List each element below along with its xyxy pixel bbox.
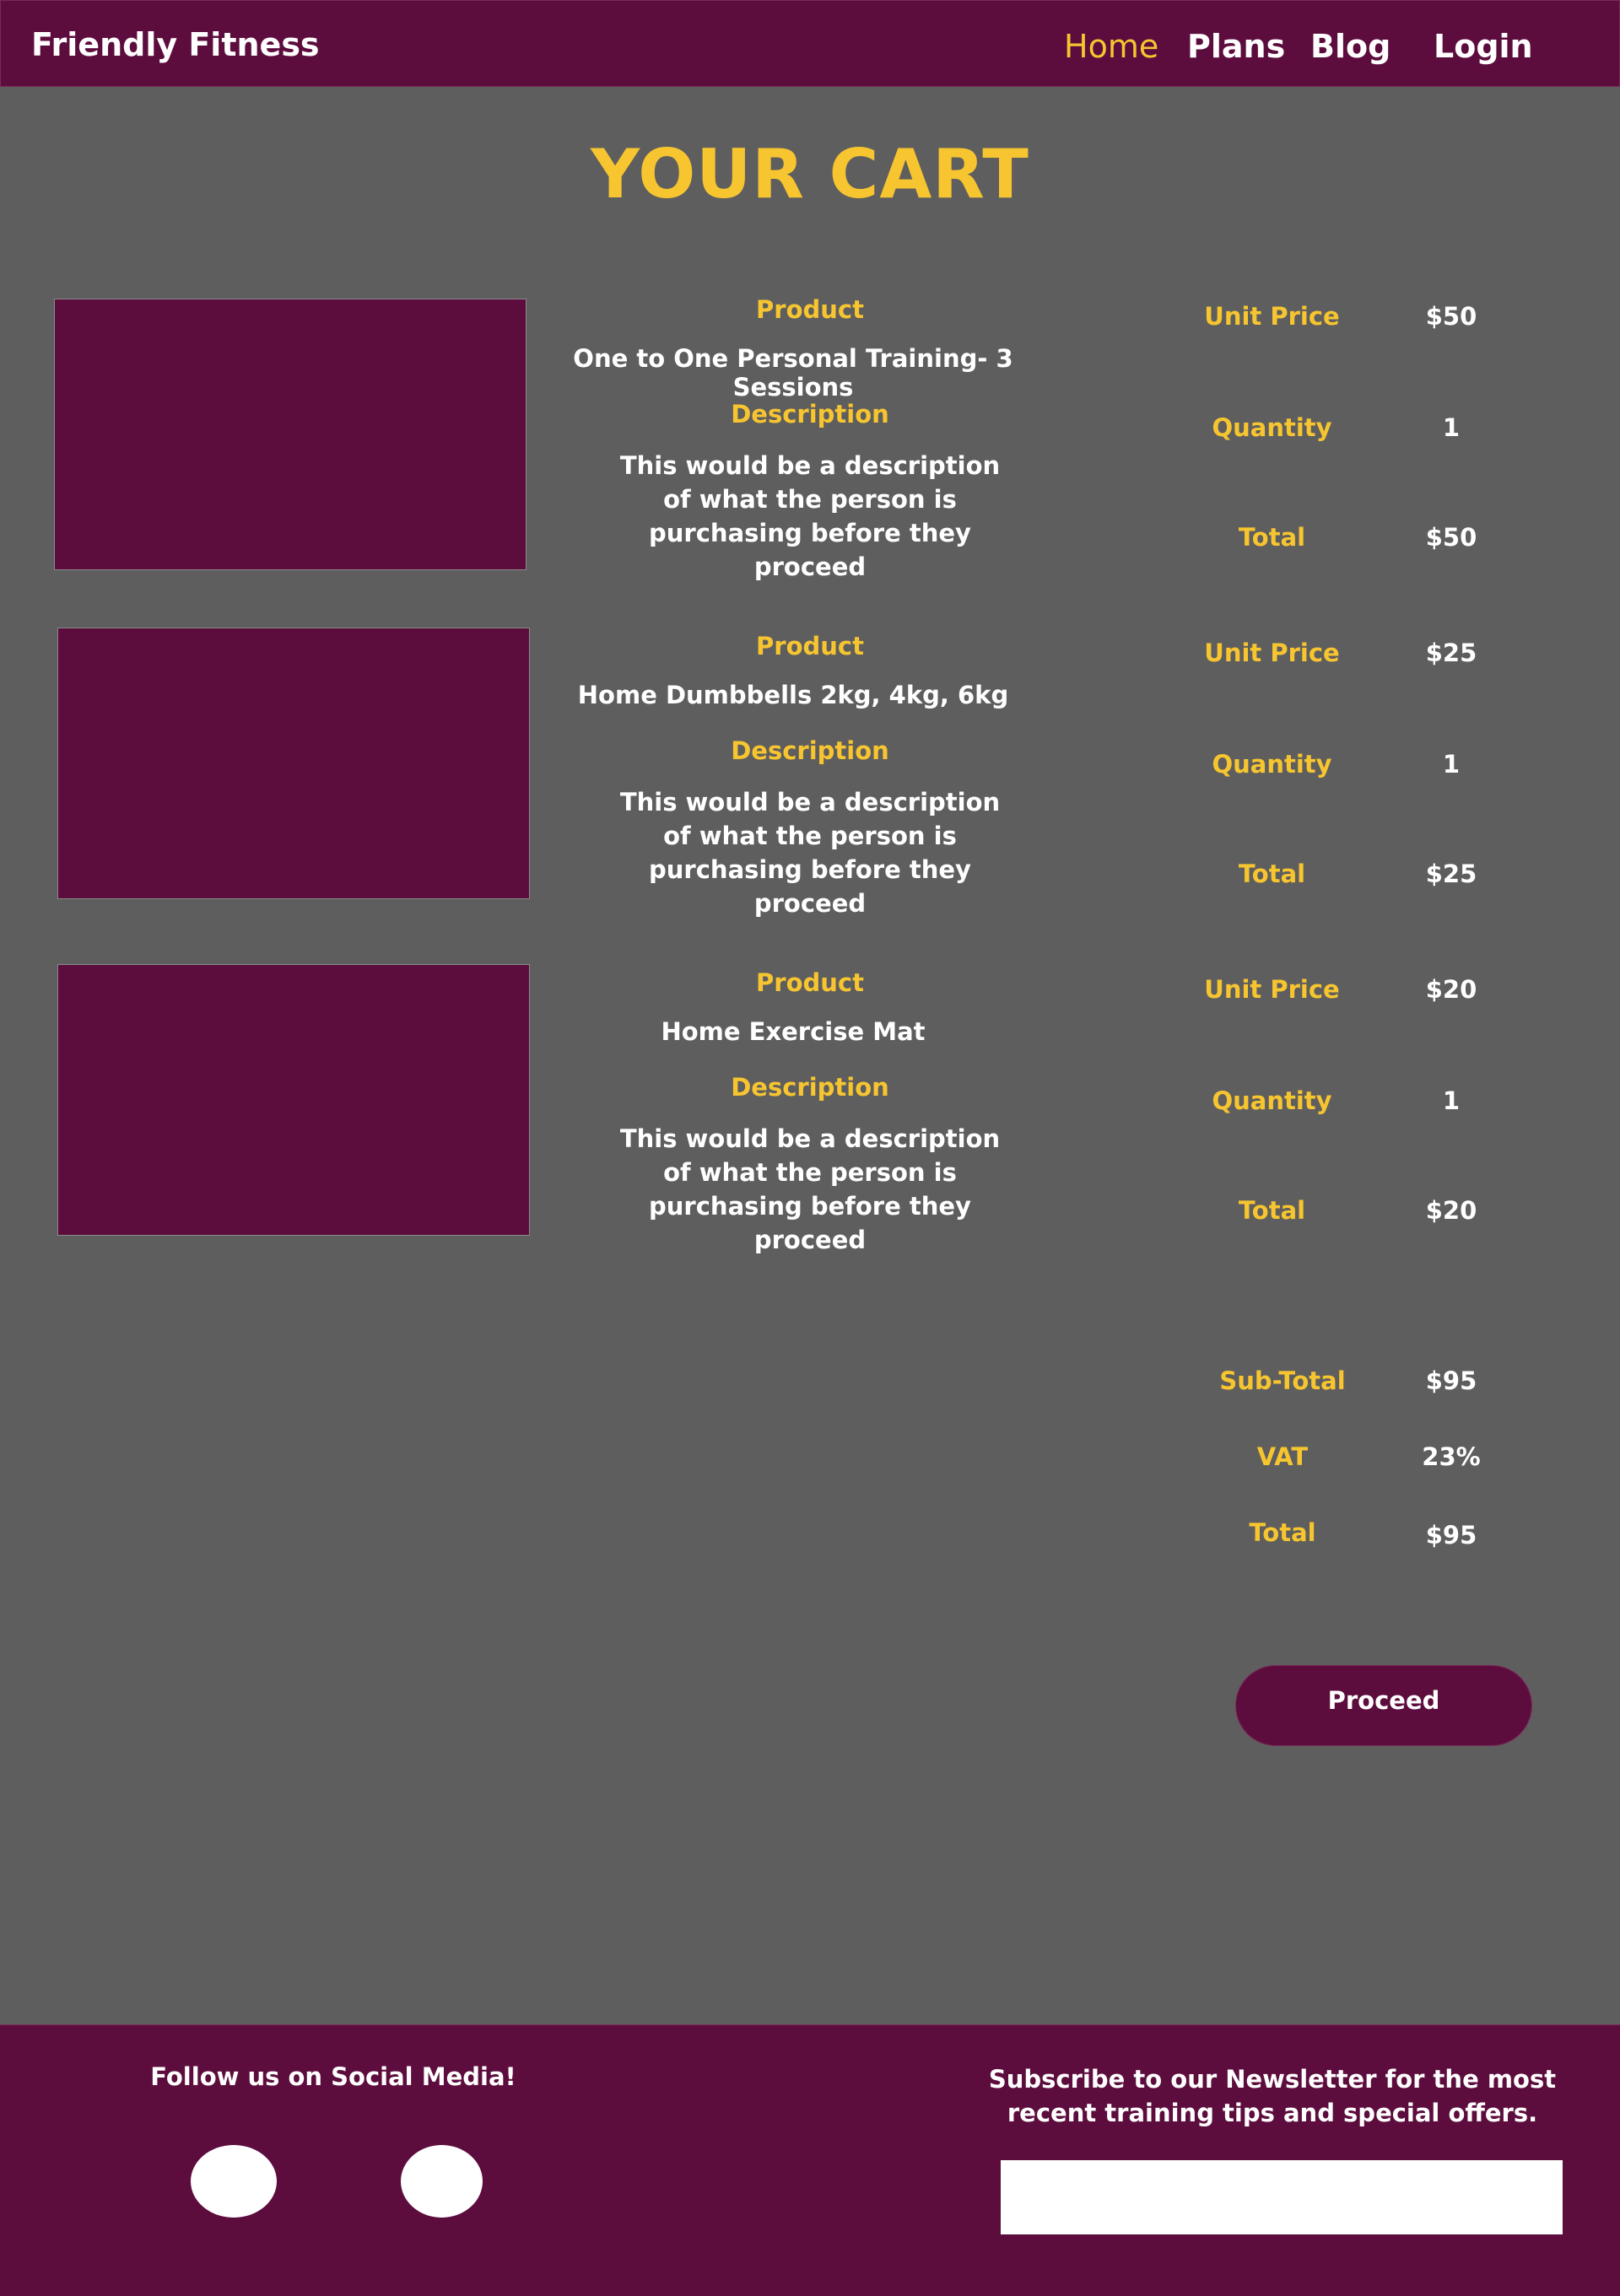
product-name: One to One Personal Training- 3 Sessions [573,344,1013,402]
quantity-value[interactable]: 1 [1384,413,1519,442]
footer: Follow us on Social Media! Subscribe to … [0,2024,1620,2296]
item-total-label: Total [1238,860,1306,888]
top-navbar: Friendly Fitness Home Plans Blog Login [0,0,1620,87]
product-label: Product [756,968,864,997]
nav-link-home[interactable]: Home [1064,28,1158,65]
newsletter-email-input[interactable] [1001,2160,1563,2234]
item-total-value: $25 [1425,860,1477,888]
subtotal-label: Sub-Total [1219,1366,1346,1395]
quantity-label: Quantity [1212,750,1332,779]
product-description: This would be a description of what the … [619,1124,1001,1254]
unit-price-label: Unit Price [1204,639,1340,667]
product-name: Home Dumbbells 2kg, 4kg, 6kg [577,681,1009,709]
newsletter-heading: Subscribe to our Newsletter for the most… [988,2065,1557,2127]
unit-price-label: Unit Price [1204,975,1340,1004]
social-media-icon[interactable] [191,2145,277,2218]
item-total-value: $50 [1425,523,1477,552]
vat-value: 23% [1422,1442,1481,1471]
item-total-label: Total [1238,1196,1306,1225]
grand-total-value: $95 [1425,1521,1477,1550]
description-label: Description [731,736,889,765]
product-description: This would be a description of what the … [619,451,1001,581]
social-media-icon[interactable] [401,2145,483,2218]
product-image [54,299,526,570]
description-label: Description [731,1073,889,1102]
product-name: Home Exercise Mat [661,1017,926,1046]
product-image [57,964,530,1236]
nav-link-plans[interactable]: Plans [1187,28,1285,65]
item-total-label: Total [1238,523,1306,552]
product-description: This would be a description of what the … [619,788,1001,918]
product-label: Product [756,295,864,324]
product-image [57,628,530,899]
nav-link-login[interactable]: Login [1434,28,1533,65]
quantity-value[interactable]: 1 [1384,1086,1519,1115]
brand-logo-text[interactable]: Friendly Fitness [31,26,320,63]
social-heading: Follow us on Social Media! [150,2062,516,2091]
page-title: YOUR CART [591,135,1029,213]
subtotal-value: $95 [1425,1366,1477,1395]
unit-price-value: $50 [1425,302,1477,331]
quantity-value[interactable]: 1 [1384,750,1519,779]
grand-total-label: Total [1249,1518,1316,1547]
proceed-button[interactable]: Proceed [1235,1665,1532,1746]
quantity-label: Quantity [1212,413,1332,442]
item-total-value: $20 [1425,1196,1477,1225]
nav-link-blog[interactable]: Blog [1310,28,1390,65]
quantity-label: Quantity [1212,1086,1332,1115]
unit-price-value: $25 [1425,639,1477,667]
unit-price-value: $20 [1425,975,1477,1004]
description-label: Description [731,400,889,428]
product-label: Product [756,632,864,660]
vat-label: VAT [1256,1442,1309,1471]
unit-price-label: Unit Price [1204,302,1340,331]
